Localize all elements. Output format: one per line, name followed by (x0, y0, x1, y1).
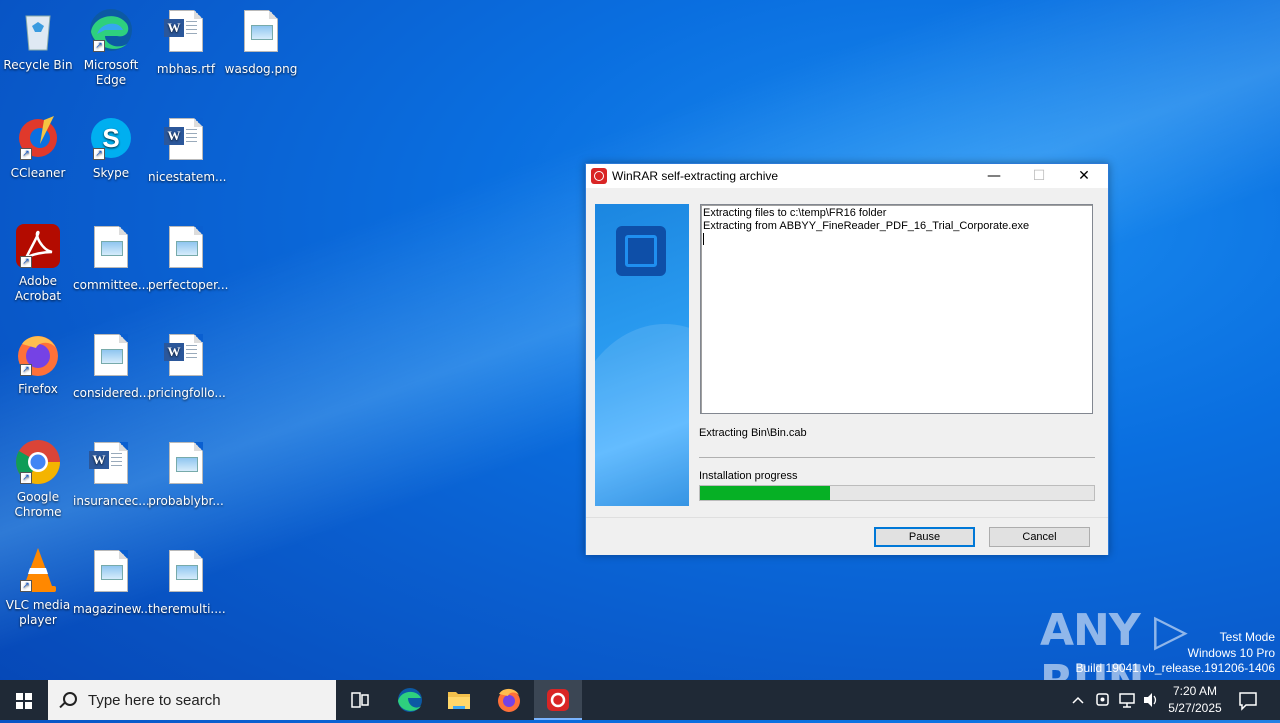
desktop-icon-firefox[interactable]: ↗ Firefox (0, 330, 76, 397)
shortcut-arrow-icon: ↗ (93, 148, 105, 160)
winrar-app-icon (591, 168, 607, 184)
chrome-icon: ↗ (14, 438, 62, 486)
shortcut-arrow-icon: ↗ (20, 364, 32, 376)
taskbar-firefox[interactable] (485, 680, 533, 720)
clock-time: 7:20 AM (1172, 684, 1218, 698)
desktop-icon-pricingfollo[interactable]: W pricingfollo... (148, 330, 226, 401)
desktop-icon-wasdog[interactable]: wasdog.png (223, 6, 299, 77)
taskbar: Type here to search 7:20 AM 5/27/2025 (0, 680, 1280, 720)
image-file-icon (162, 226, 210, 274)
clock-date: 5/27/2025 (1168, 701, 1222, 715)
search-placeholder: Type here to search (88, 692, 221, 709)
chevron-up-icon (1072, 696, 1084, 704)
notification-icon (1239, 692, 1257, 711)
tray-app-icon[interactable] (1093, 680, 1113, 720)
desktop-icon-ccleaner[interactable]: ↗ CCleaner (0, 114, 76, 181)
desktop-icon-skype[interactable]: S ↗ Skype (73, 114, 149, 181)
word-document-icon: W (162, 10, 210, 58)
ccleaner-icon: ↗ (14, 114, 62, 162)
firefox-icon: ↗ (14, 330, 62, 378)
window-title: WinRAR self-extracting archive (612, 169, 779, 183)
desktop-icon-perfectoper[interactable]: perfectoper... (148, 222, 228, 293)
image-file-icon (162, 442, 210, 490)
action-center-button[interactable] (1236, 680, 1260, 720)
tray-app-icon (1096, 693, 1109, 706)
shortcut-arrow-icon: ↗ (20, 148, 32, 160)
edge-icon: ↗ (87, 6, 135, 54)
taskbar-search-box[interactable]: Type here to search (48, 680, 336, 720)
desktop-icon-committee[interactable]: committee... (73, 222, 149, 293)
log-line: Extracting files to c:\temp\FR16 folder (703, 207, 887, 219)
winrar-sfx-window: WinRAR self-extracting archive — ☐ ✕ Ext… (585, 163, 1109, 555)
sfx-banner-image (595, 204, 689, 506)
text-caret (703, 233, 704, 245)
image-file-icon (87, 550, 135, 598)
recycle-bin-icon (14, 6, 62, 54)
windows-logo-icon (16, 693, 32, 709)
desktop-icon-insurancec[interactable]: W insurancec... (73, 438, 150, 509)
image-file-icon (87, 226, 135, 274)
start-button[interactable] (0, 680, 48, 720)
image-file-icon (162, 550, 210, 598)
desktop-icon-probablybr[interactable]: probablybr... (148, 438, 224, 509)
desktop-icon-microsoft-edge[interactable]: ↗ Microsoft Edge (73, 6, 149, 88)
shortcut-arrow-icon: ↗ (20, 256, 32, 268)
test-mode-info: Test Mode Windows 10 Pro Build 19041.vb_… (1075, 630, 1276, 675)
minimize-button[interactable]: — (971, 164, 1017, 188)
image-file-icon (237, 10, 285, 58)
close-button[interactable]: ✕ (1061, 164, 1107, 188)
word-document-icon: W (87, 442, 135, 490)
installation-progress-bar (699, 485, 1095, 501)
task-view-icon (351, 692, 369, 708)
acrobat-icon: ↗ (14, 222, 62, 270)
button-bar: Pause Cancel (586, 517, 1108, 555)
speaker-icon (1144, 693, 1157, 707)
network-icon (1119, 693, 1135, 708)
shortcut-arrow-icon: ↗ (20, 472, 32, 484)
winrar-icon (547, 689, 569, 711)
desktop-icon-google-chrome[interactable]: ↗ Google Chrome (0, 438, 76, 520)
vlc-icon: ↗ (14, 546, 62, 594)
network-tray-button[interactable] (1117, 680, 1137, 720)
desktop-icon-vlc[interactable]: ↗ VLC media player (0, 546, 76, 628)
firefox-icon (498, 688, 520, 712)
desktop-icon-theremulti[interactable]: theremulti.... (148, 546, 226, 617)
desktop-icon-considered[interactable]: considered... (73, 330, 150, 401)
task-view-button[interactable] (336, 680, 384, 720)
volume-tray-button[interactable] (1141, 680, 1161, 720)
abbyy-logo-icon (616, 226, 666, 276)
progress-fill (700, 486, 831, 500)
extraction-status: Extracting Bin\Bin.cab (699, 427, 807, 439)
edge-icon (398, 688, 422, 712)
title-bar[interactable]: WinRAR self-extracting archive — ☐ ✕ (586, 164, 1108, 188)
desktop-icon-magazinew[interactable]: magazinew... (73, 546, 152, 617)
maximize-button[interactable]: ☐ (1016, 164, 1062, 188)
taskbar-file-explorer[interactable] (435, 680, 483, 720)
desktop-icon-nicestatem[interactable]: W nicestatem... (148, 114, 226, 185)
image-file-icon (87, 334, 135, 382)
show-hidden-icons-button[interactable] (1068, 680, 1088, 720)
taskbar-winrar[interactable] (534, 680, 582, 720)
word-document-icon: W (162, 334, 210, 382)
desktop-icon-mbhas[interactable]: W mbhas.rtf (148, 6, 224, 77)
cancel-button[interactable]: Cancel (989, 527, 1090, 547)
search-icon (63, 692, 77, 706)
pause-button[interactable]: Pause (874, 527, 975, 547)
taskbar-clock[interactable]: 7:20 AM 5/27/2025 (1160, 683, 1230, 717)
log-line: Extracting from ABBYY_FineReader_PDF_16_… (703, 220, 1030, 232)
desktop-icon-recycle-bin[interactable]: Recycle Bin (0, 6, 76, 73)
shortcut-arrow-icon: ↗ (20, 580, 32, 592)
taskbar-edge[interactable] (386, 680, 434, 720)
shortcut-arrow-icon: ↗ (93, 40, 105, 52)
desktop-icon-adobe-acrobat[interactable]: ↗ Adobe Acrobat (0, 222, 76, 304)
extraction-log[interactable]: Extracting files to c:\temp\FR16 folder … (700, 204, 1093, 414)
word-document-icon: W (162, 118, 210, 166)
skype-icon: S ↗ (87, 114, 135, 162)
divider (699, 457, 1095, 458)
progress-label: Installation progress (699, 470, 798, 482)
folder-icon (448, 692, 470, 709)
